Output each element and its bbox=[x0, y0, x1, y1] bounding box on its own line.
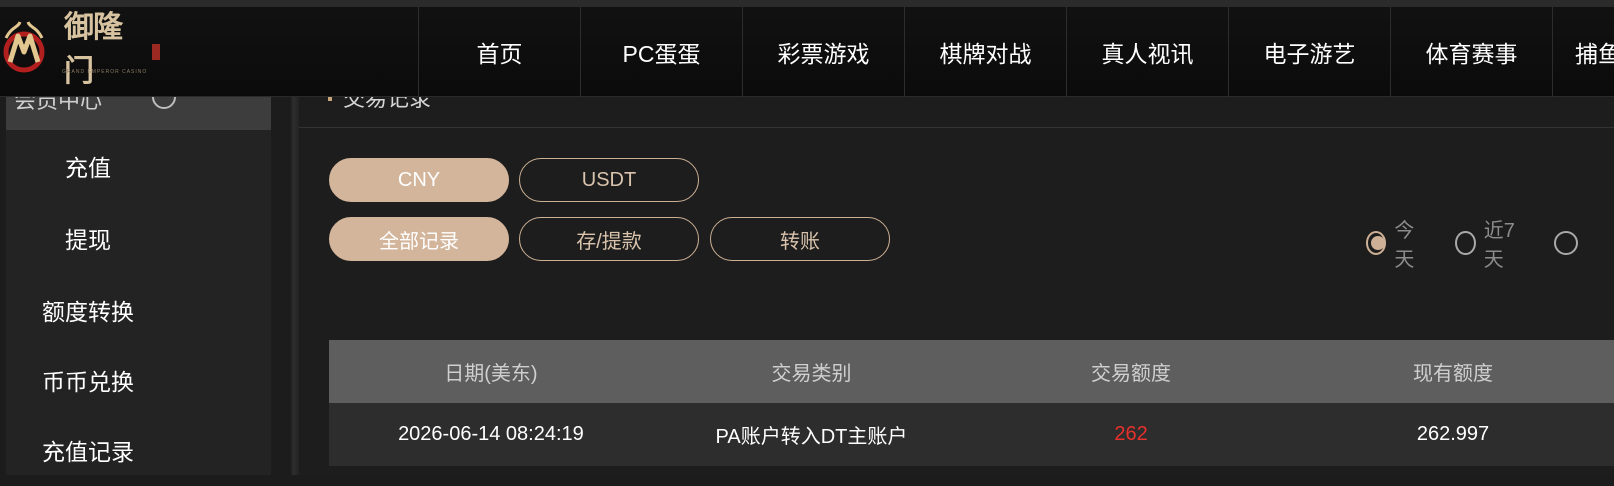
tab-all-records[interactable]: 全部记录 bbox=[329, 217, 509, 261]
sidebar-divider bbox=[289, 97, 299, 475]
column-header-amount: 交易额度 bbox=[1091, 363, 1172, 385]
sidebar-item-deposit[interactable]: 充值 bbox=[6, 130, 271, 202]
nav-item-lottery[interactable]: 彩票游戏 bbox=[742, 7, 904, 97]
cell-amount: 262 bbox=[1114, 423, 1148, 445]
sidebar-header-label: 会员中心 bbox=[14, 97, 103, 113]
sidebar-item-transfer[interactable]: 额度转换 bbox=[6, 274, 271, 346]
sidebar: 会员中心 充值 提现 额度转换 币币兑换 充值记录 bbox=[6, 97, 271, 475]
records-table: 日期(美东) 交易类别 交易额度 现有额度 2026-06-14 08:24:1… bbox=[329, 340, 1614, 466]
logo-emblem-icon bbox=[0, 18, 62, 80]
radio-today-label: 今天 bbox=[1394, 220, 1415, 271]
sidebar-item-coin-exchange[interactable]: 币币兑换 bbox=[6, 344, 271, 416]
logo-subtext: GRAND EMPEROR CASINO bbox=[62, 69, 148, 75]
radio-checked-icon[interactable] bbox=[1366, 231, 1387, 255]
nav-item-live-casino[interactable]: 真人视讯 bbox=[1066, 7, 1228, 97]
nav-item-pc-egg[interactable]: PC蛋蛋 bbox=[580, 7, 742, 97]
cell-balance: 262.997 bbox=[1416, 423, 1490, 445]
radio-last-7-days-label: 近7天 bbox=[1483, 220, 1515, 271]
table-header: 日期(美东) 交易类别 交易额度 现有额度 bbox=[329, 340, 1614, 403]
sidebar-header[interactable]: 会员中心 bbox=[6, 97, 271, 130]
main-nav: 首页 PC蛋蛋 彩票游戏 棋牌对战 真人视讯 电子游艺 体育赛事 捕鱼 bbox=[418, 7, 1614, 97]
sidebar-item-deposit-records[interactable]: 充值记录 bbox=[6, 414, 271, 486]
nav-item-chess-cards[interactable]: 棋牌对战 bbox=[904, 7, 1066, 97]
page-title: 交易记录 bbox=[343, 97, 432, 111]
column-header-balance: 现有额度 bbox=[1413, 363, 1493, 385]
tab-deposit-withdraw[interactable]: 存/提款 bbox=[519, 217, 699, 261]
cell-date: 2026-06-14 08:24:19 bbox=[398, 423, 584, 445]
column-header-type: 交易类别 bbox=[771, 363, 852, 385]
tab-transfer[interactable]: 转账 bbox=[710, 217, 890, 261]
top-strip bbox=[0, 0, 1614, 7]
logo-text: 御隆门 bbox=[64, 10, 123, 89]
nav-item-home[interactable]: 首页 bbox=[418, 7, 580, 97]
logo-seal bbox=[152, 44, 160, 60]
title-accent bbox=[328, 97, 332, 101]
table-row: 2026-06-14 08:24:19 PA账户转入DT主账户 262 262.… bbox=[329, 403, 1614, 466]
radio-more[interactable] bbox=[1554, 231, 1586, 255]
sidebar-item-withdraw[interactable]: 提现 bbox=[6, 202, 271, 274]
main-content: 交易记录 CNY USDT 全部记录 存/提款 转账 今天 近7天 日期(美东)… bbox=[299, 97, 1614, 475]
column-header-date: 日期(美东) bbox=[444, 363, 538, 385]
cell-type: PA账户转入DT主账户 bbox=[715, 426, 908, 448]
radio-last-7-days[interactable]: 近7天 bbox=[1455, 214, 1526, 272]
site-logo[interactable]: 御隆门 GRAND EMPEROR CASINO bbox=[0, 10, 160, 89]
collapse-icon[interactable] bbox=[152, 97, 176, 109]
date-filter-group: 今天 近7天 bbox=[1366, 220, 1614, 271]
tab-usdt[interactable]: USDT bbox=[519, 158, 699, 202]
radio-today[interactable]: 今天 bbox=[1366, 214, 1427, 272]
radio-unchecked-icon[interactable] bbox=[1455, 231, 1476, 255]
radio-unchecked-icon[interactable] bbox=[1554, 231, 1578, 255]
tab-cny[interactable]: CNY bbox=[329, 158, 509, 202]
nav-item-slots[interactable]: 电子游艺 bbox=[1228, 7, 1390, 97]
nav-item-sports[interactable]: 体育赛事 bbox=[1390, 7, 1552, 97]
top-navigation-bar: 御隆门 GRAND EMPEROR CASINO 首页 PC蛋蛋 彩票游戏 棋牌… bbox=[0, 0, 1614, 97]
main-title-bar: 交易记录 bbox=[299, 97, 1614, 128]
nav-item-fishing[interactable]: 捕鱼 bbox=[1552, 7, 1614, 97]
